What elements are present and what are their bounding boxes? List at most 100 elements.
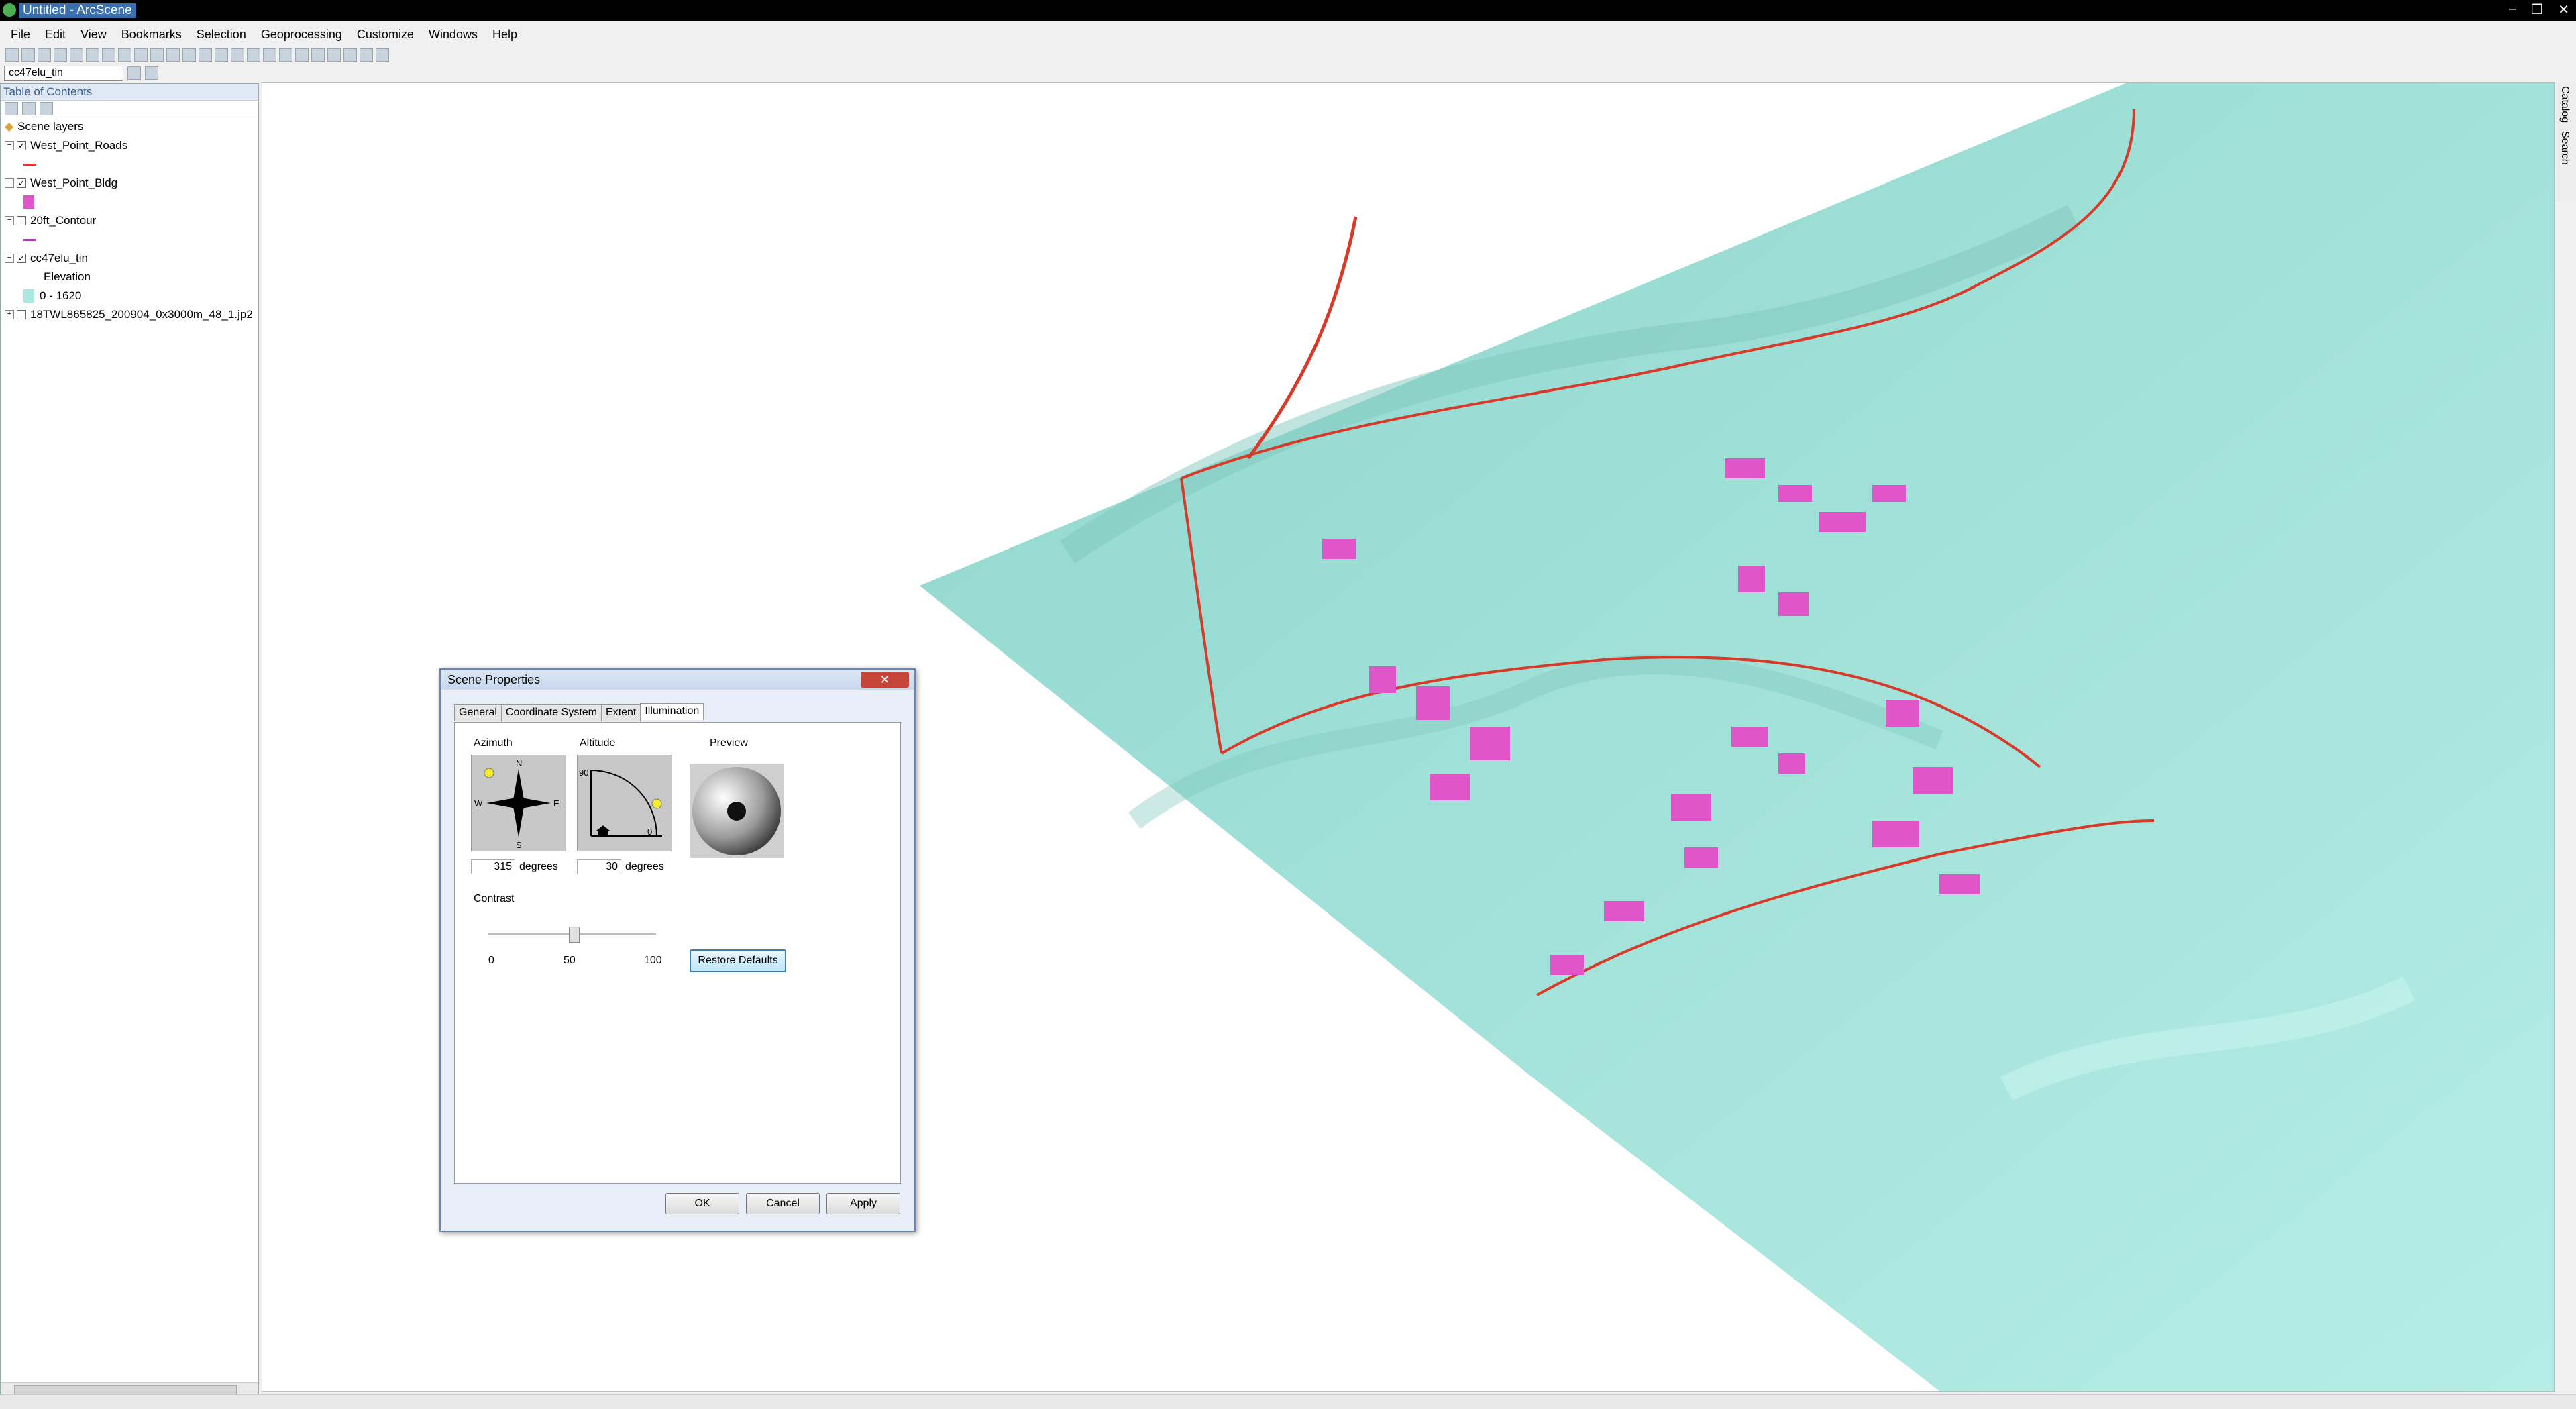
layer-row-contour[interactable]: − 20ft_Contour <box>1 211 258 230</box>
list-by-drawing-order-icon[interactable] <box>5 102 18 115</box>
collapse-icon[interactable]: − <box>5 216 14 225</box>
menu-selection[interactable]: Selection <box>191 28 252 42</box>
altitude-input[interactable]: 30 <box>577 859 621 874</box>
save-icon[interactable] <box>38 48 51 62</box>
delete-icon[interactable] <box>118 48 131 62</box>
table-of-contents-icon[interactable] <box>182 48 196 62</box>
search-tab[interactable]: Search <box>2557 127 2572 169</box>
status-bar <box>0 1394 2576 1409</box>
menu-customize[interactable]: Customize <box>352 28 419 42</box>
layer-combo[interactable]: cc47elu_tin <box>4 66 123 81</box>
arcscene-app-icon <box>3 3 16 17</box>
toc-title: Table of Contents <box>1 84 258 101</box>
zoom-out-icon[interactable] <box>263 48 276 62</box>
layer-row-roads[interactable]: − ✓ West_Point_Roads <box>1 136 258 155</box>
azimuth-input[interactable]: 315 <box>471 859 515 874</box>
layer-row-tin[interactable]: − ✓ cc47elu_tin <box>1 249 258 268</box>
scene-layers-label: Scene layers <box>17 120 84 133</box>
animation-icon[interactable] <box>376 48 389 62</box>
layers-icon: ◆ <box>5 120 14 133</box>
apply-button[interactable]: Apply <box>826 1193 900 1214</box>
select-features-icon[interactable] <box>311 48 325 62</box>
illumination-preview <box>690 764 784 858</box>
layer-name-roads: West_Point_Roads <box>30 139 128 152</box>
catalog-tab[interactable]: Catalog <box>2557 82 2572 127</box>
layer-checkbox-contour[interactable] <box>17 216 26 225</box>
cancel-button[interactable]: Cancel <box>746 1193 820 1214</box>
preview-label: Preview <box>710 737 748 749</box>
open-icon[interactable] <box>21 48 35 62</box>
compass-e: E <box>553 798 559 808</box>
tin-range-label: 0 - 1620 <box>40 289 82 302</box>
fly-icon[interactable] <box>231 48 244 62</box>
menu-view[interactable]: View <box>75 28 112 42</box>
contrast-slider-thumb[interactable] <box>569 927 580 943</box>
minimize-button[interactable]: – <box>2509 1 2516 18</box>
full-extent-icon[interactable] <box>295 48 309 62</box>
layer-properties-icon[interactable] <box>127 66 141 80</box>
dialog-close-button[interactable]: ✕ <box>861 672 909 688</box>
close-window-button[interactable]: ✕ <box>2558 1 2569 18</box>
edit-layer-icon[interactable] <box>145 66 158 80</box>
cut-icon[interactable] <box>70 48 83 62</box>
altitude-label: Altitude <box>580 737 616 749</box>
menu-help[interactable]: Help <box>487 28 523 42</box>
layer-checkbox-jp2[interactable] <box>17 310 26 319</box>
identify-icon[interactable] <box>327 48 341 62</box>
zoom-in-icon[interactable] <box>247 48 260 62</box>
tin-symbol <box>23 289 34 303</box>
azimuth-degrees-label: degrees <box>519 861 558 872</box>
azimuth-label: Azimuth <box>474 737 513 749</box>
menu-windows[interactable]: Windows <box>423 28 483 42</box>
ok-button[interactable]: OK <box>665 1193 739 1214</box>
menu-bookmarks[interactable]: Bookmarks <box>116 28 187 42</box>
menu-geoprocessing[interactable]: Geoprocessing <box>256 28 347 42</box>
layer-checkbox-roads[interactable]: ✓ <box>17 141 26 150</box>
layer-name-tin: cc47elu_tin <box>30 252 89 264</box>
pan-icon[interactable] <box>279 48 292 62</box>
add-data-icon[interactable] <box>166 48 180 62</box>
restore-defaults-button[interactable]: Restore Defaults <box>690 949 786 972</box>
roads-symbol <box>23 163 36 166</box>
collapse-icon[interactable]: − <box>5 178 14 188</box>
new-icon[interactable] <box>5 48 19 62</box>
layer-checkbox-bldg[interactable]: ✓ <box>17 178 26 188</box>
scene-properties-dialog: Scene Properties ✕ General Coordinate Sy… <box>439 668 916 1232</box>
scene-layers-node[interactable]: ◆ Scene layers <box>1 117 258 136</box>
dialog-tabs: General Coordinate System Extent Illumin… <box>454 703 704 721</box>
standard-toolbar <box>0 46 2576 64</box>
layer-row-jp2[interactable]: + 18TWL865825_200904_0x3000m_48_1.jp2 <box>1 305 258 324</box>
menu-file[interactable]: File <box>5 28 36 42</box>
window-title: Untitled - ArcScene <box>19 3 136 18</box>
contrast-min-label: 0 <box>488 955 494 966</box>
azimuth-compass[interactable]: N S E W <box>471 755 566 851</box>
print-icon[interactable] <box>54 48 67 62</box>
tab-extent[interactable]: Extent <box>600 704 641 721</box>
bldg-symbol <box>23 195 34 209</box>
undo-icon[interactable] <box>134 48 148 62</box>
illumination-panel: Azimuth Altitude Preview N S E W 90 0 31… <box>454 722 901 1184</box>
compass-s: S <box>516 840 522 850</box>
menu-edit[interactable]: Edit <box>40 28 71 42</box>
measure-icon[interactable] <box>343 48 357 62</box>
collapse-icon[interactable]: − <box>5 254 14 263</box>
altitude-arc[interactable]: 90 0 <box>577 755 672 851</box>
collapse-icon[interactable]: − <box>5 141 14 150</box>
tab-coordinate-system[interactable]: Coordinate System <box>500 704 602 721</box>
list-by-visibility-icon[interactable] <box>40 102 53 115</box>
layer-checkbox-tin[interactable]: ✓ <box>17 254 26 263</box>
layer-name-jp2: 18TWL865825_200904_0x3000m_48_1.jp2 <box>30 308 253 321</box>
tin-elevation-label: Elevation <box>44 270 91 283</box>
tab-illumination[interactable]: Illumination <box>640 703 704 720</box>
list-by-source-icon[interactable] <box>22 102 36 115</box>
navigate-icon[interactable] <box>215 48 228 62</box>
copy-icon[interactable] <box>86 48 99 62</box>
redo-icon[interactable] <box>150 48 164 62</box>
layer-row-bldg[interactable]: − ✓ West_Point_Bldg <box>1 174 258 193</box>
catalog-icon[interactable] <box>199 48 212 62</box>
expand-icon[interactable]: + <box>5 310 14 319</box>
tab-general[interactable]: General <box>454 704 502 721</box>
globe-icon[interactable] <box>360 48 373 62</box>
restore-button[interactable]: ❐ <box>2531 1 2543 18</box>
paste-icon[interactable] <box>102 48 115 62</box>
